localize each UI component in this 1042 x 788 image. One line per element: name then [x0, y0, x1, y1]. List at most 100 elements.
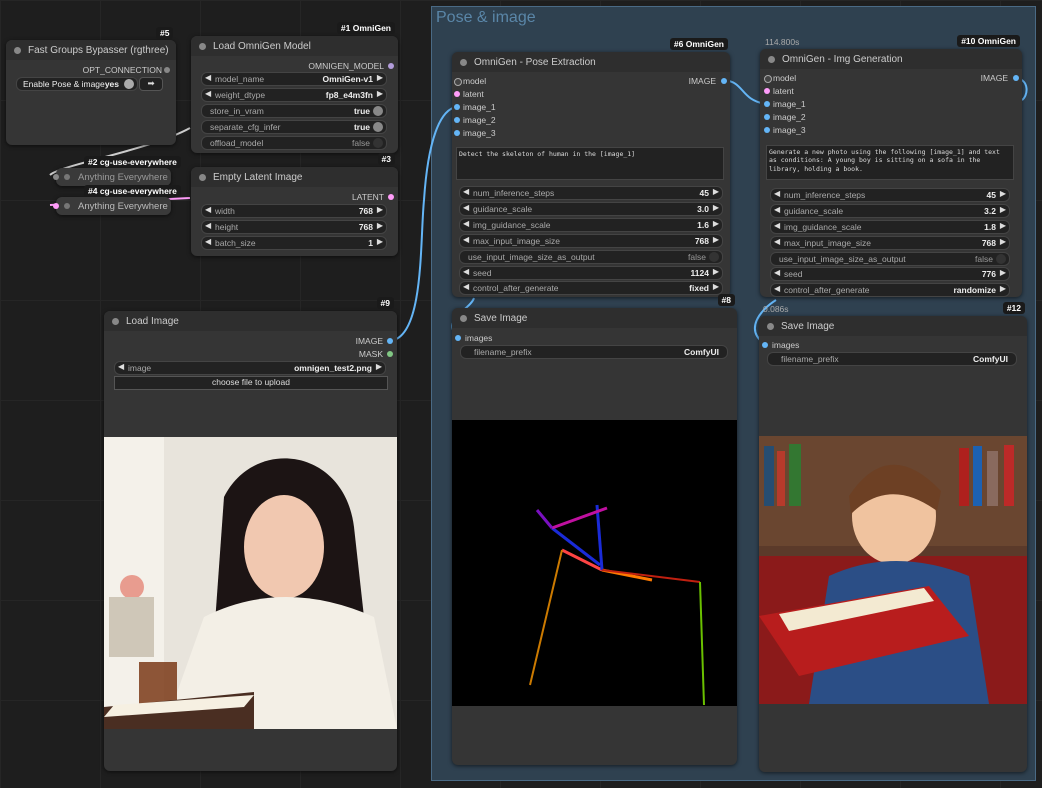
collapse-dot[interactable]: [199, 43, 206, 50]
seed-number[interactable]: ◀ seed 776 ▶: [770, 267, 1010, 281]
num-inference-steps[interactable]: ◀ num_inference_steps 45 ▶: [770, 188, 1010, 202]
toggle-pose-image[interactable]: Enable Pose & image yes: [16, 77, 138, 91]
seed-number[interactable]: ◀ seed 1124 ▶: [459, 266, 723, 280]
empty-latent-node[interactable]: Empty Latent Image #3 LATENT ◀ width 768 ▶ …: [191, 153, 398, 256]
collapse-dot[interactable]: [64, 203, 70, 209]
output-image-socket[interactable]: [1013, 75, 1019, 81]
bypasser-node[interactable]: Fast Groups Bypasser (rgthree) #5 OPT_CO…: [6, 27, 176, 145]
input-image2-socket[interactable]: [764, 114, 770, 120]
output-mask-socket[interactable]: [387, 351, 393, 357]
img-generation-node[interactable]: OmniGen - Img Generation 114.800s #10 Om…: [760, 35, 1022, 297]
offload-model-toggle[interactable]: offload_model false: [201, 136, 387, 150]
input-latent-socket[interactable]: [454, 91, 460, 97]
input-socket[interactable]: [53, 203, 59, 209]
node-badge: #1 OmniGen: [336, 22, 395, 34]
guidance-scale[interactable]: ◀ guidance_scale 3.0 ▶: [459, 202, 723, 216]
width-number[interactable]: ◀ width 768 ▶: [201, 204, 387, 218]
collapse-dot[interactable]: [112, 318, 119, 325]
pose-skeleton-preview: [452, 420, 737, 706]
output-image-label: IMAGE: [688, 76, 716, 86]
input-image3-socket[interactable]: [764, 127, 770, 133]
node-badge: #12: [1002, 302, 1025, 314]
collapse-dot[interactable]: [64, 174, 70, 180]
collapse-dot[interactable]: [14, 47, 21, 54]
anything-everywhere-node[interactable]: #4 cg-use-everywhere Anything Everywhere: [53, 185, 181, 215]
img-guidance-scale[interactable]: ◀ img_guidance_scale 1.8 ▶: [770, 220, 1010, 234]
woman-reading-preview: [104, 437, 397, 729]
collapse-dot[interactable]: [460, 59, 467, 66]
node-title: Fast Groups Bypasser (rgthree): [28, 45, 169, 56]
navigate-arrow-button[interactable]: ➡: [139, 77, 163, 91]
input-image3-label: image_3: [463, 128, 496, 138]
control-after-generate[interactable]: ◀ control_after_generate fixed ▶: [459, 281, 723, 295]
input-image1-label: image_1: [463, 102, 496, 112]
prompt-textarea[interactable]: Generate a new photo using the following…: [766, 145, 1014, 180]
output-image-socket[interactable]: [387, 338, 393, 344]
save-image-node[interactable]: Save Image #8 images filename_prefix Comf…: [452, 294, 737, 765]
input-image3-label: image_3: [773, 125, 806, 135]
filename-prefix-field[interactable]: filename_prefix ComfyUI: [767, 352, 1017, 366]
image-combo[interactable]: ◀ image omnigen_test2.png ▶: [114, 361, 386, 375]
height-number[interactable]: ◀ height 768 ▶: [201, 220, 387, 234]
store-in-vram-toggle[interactable]: store_in_vram true: [201, 104, 387, 118]
collapse-dot[interactable]: [199, 174, 206, 181]
input-image3-socket[interactable]: [454, 130, 460, 136]
output-label: OPT_CONNECTION: [82, 65, 162, 75]
num-inference-steps[interactable]: ◀ num_inference_steps 45 ▶: [459, 186, 723, 200]
output-image-label: IMAGE: [355, 336, 383, 346]
separate-cfg-toggle[interactable]: separate_cfg_infer true: [201, 120, 387, 134]
collapse-dot[interactable]: [460, 315, 467, 322]
img-guidance-scale[interactable]: ◀ img_guidance_scale 1.6 ▶: [459, 218, 723, 232]
pose-extraction-node[interactable]: OmniGen - Pose Extraction #6 OmniGen mod…: [452, 38, 730, 297]
input-latent-label: latent: [463, 89, 484, 99]
max-input-image-size[interactable]: ◀ max_input_image_size 768 ▶: [770, 236, 1010, 250]
input-image1-label: image_1: [773, 99, 806, 109]
node-title: OmniGen - Img Generation: [782, 54, 903, 65]
model-name-combo[interactable]: ◀ model_name OmniGen-v1 ▶: [201, 72, 387, 86]
node-title: Load OmniGen Model: [213, 41, 311, 52]
input-latent-socket[interactable]: [764, 88, 770, 94]
node-title: Save Image: [781, 321, 835, 332]
node-badge: #8: [717, 294, 735, 306]
anything-everywhere-node[interactable]: #2 cg-use-everywhere Anything Everywhere: [53, 156, 181, 186]
output-image-label: IMAGE: [980, 73, 1008, 83]
execution-time: 114.800s: [765, 37, 800, 47]
input-model-socket[interactable]: [454, 78, 462, 86]
input-model-label: model: [463, 76, 487, 86]
output-image-socket[interactable]: [721, 78, 727, 84]
input-latent-label: latent: [773, 86, 794, 96]
input-model-label: model: [773, 73, 797, 83]
input-model-socket[interactable]: [764, 75, 772, 83]
output-socket[interactable]: [164, 67, 170, 73]
use-input-size-toggle[interactable]: use_input_image_size_as_output false: [770, 252, 1010, 266]
save-image-node[interactable]: Save Image 0.086s #12 images filename_pr…: [759, 302, 1027, 772]
output-label: OMNIGEN_MODEL: [308, 61, 384, 71]
input-image1-socket[interactable]: [764, 101, 770, 107]
filename-prefix-field[interactable]: filename_prefix ComfyUI: [460, 345, 728, 359]
boy-reading-preview: [759, 436, 1027, 704]
node-title: Anything Everywhere: [78, 172, 168, 183]
input-image2-socket[interactable]: [454, 117, 460, 123]
load-omnigen-node[interactable]: Load OmniGen Model #1 OmniGen OMNIGEN_MO…: [191, 22, 398, 153]
max-input-image-size[interactable]: ◀ max_input_image_size 768 ▶: [459, 234, 723, 248]
input-images-socket[interactable]: [455, 335, 461, 341]
control-after-generate[interactable]: ◀ control_after_generate randomize ▶: [770, 283, 1010, 297]
collapse-dot[interactable]: [768, 56, 775, 63]
node-title: Save Image: [474, 313, 528, 324]
prompt-textarea[interactable]: Detect the skeleton of human in the [ima…: [456, 147, 724, 180]
input-images-label: images: [772, 340, 800, 350]
weight-dtype-combo[interactable]: ◀ weight_dtype fp8_e4m3fn ▶: [201, 88, 387, 102]
use-input-size-toggle[interactable]: use_input_image_size_as_output false: [459, 250, 723, 264]
output-socket[interactable]: [388, 63, 394, 69]
upload-button[interactable]: choose file to upload: [114, 376, 388, 390]
node-badge: #5: [156, 27, 174, 39]
input-image1-socket[interactable]: [454, 104, 460, 110]
load-image-node[interactable]: Load Image #9 IMAGE MASK ◀ image omnigen_t…: [104, 297, 397, 771]
guidance-scale[interactable]: ◀ guidance_scale 3.2 ▶: [770, 204, 1010, 218]
node-badge: #4 cg-use-everywhere: [84, 185, 181, 197]
input-socket[interactable]: [53, 174, 59, 180]
input-images-socket[interactable]: [762, 342, 768, 348]
collapse-dot[interactable]: [767, 323, 774, 330]
batch-size-number[interactable]: ◀ batch_size 1 ▶: [201, 236, 387, 250]
output-socket[interactable]: [388, 194, 394, 200]
